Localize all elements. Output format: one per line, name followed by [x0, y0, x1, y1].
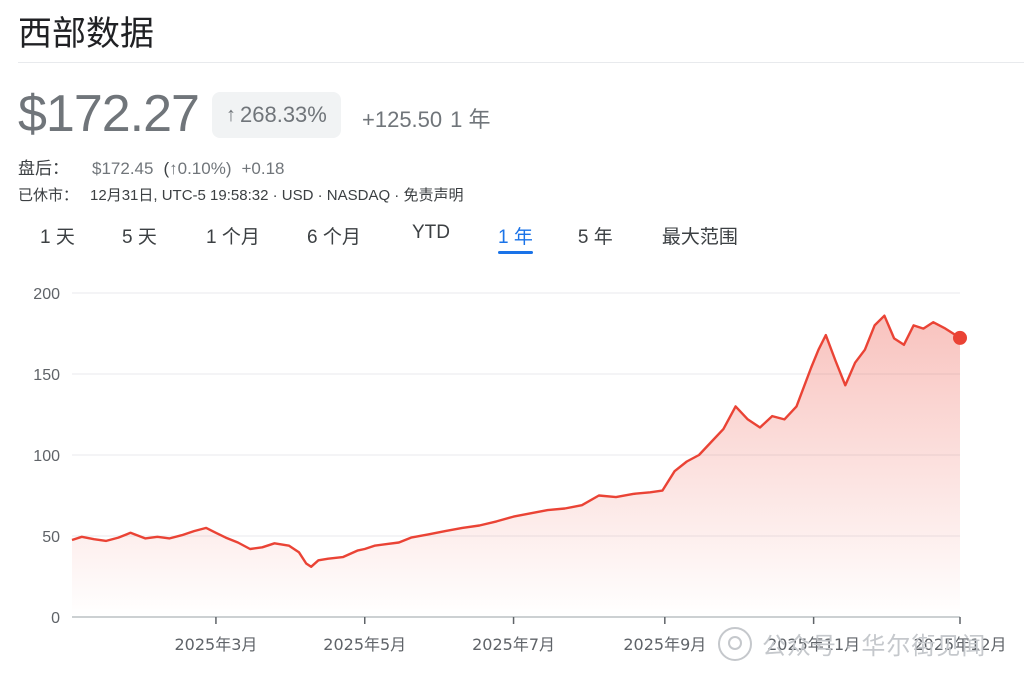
y-tick-label: 150: [33, 367, 60, 384]
y-tick-label: 0: [51, 610, 60, 627]
watermark-text: 公众号 · 华尔街见闻: [762, 633, 987, 660]
price-chart: 0 50 100 150 200 2025年3月 2025年5月 2025年7月 2025年9月…: [33, 286, 1006, 654]
watermark: 公众号 · 华尔街见闻: [718, 626, 986, 661]
x-tick-label: 2025年9月: [623, 635, 706, 654]
price-area: [72, 315, 960, 617]
x-tick-label: 2025年7月: [472, 635, 555, 654]
y-tick-label: 200: [33, 286, 60, 303]
y-tick-label: 100: [33, 448, 60, 465]
y-tick-label: 50: [42, 529, 60, 546]
watermark-logo-icon: [718, 626, 752, 661]
x-tick-label: 2025年5月: [323, 635, 406, 654]
x-tick-label: 2025年3月: [174, 635, 257, 654]
last-price-marker: [953, 330, 967, 345]
